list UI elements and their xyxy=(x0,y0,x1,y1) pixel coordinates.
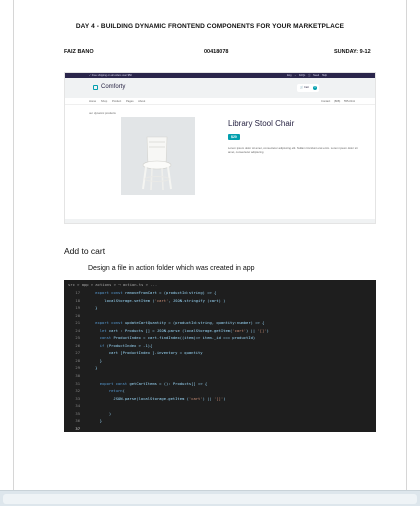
site-header: Comforty 🛒 Cart 0 xyxy=(65,78,375,98)
document-title: DAY 4 - BUILDING DYNAMIC FRONTEND COMPON… xyxy=(75,23,345,30)
line-number: 30 xyxy=(75,373,80,379)
product-image xyxy=(121,117,195,195)
line-number: 20 xyxy=(75,312,80,318)
line-number: 36 xyxy=(75,418,80,424)
line-number: 25 xyxy=(75,335,80,341)
taskbar-strip xyxy=(3,494,417,504)
code-editor-screenshot: src > app > actions > ⟶ action.ts > ... … xyxy=(64,280,376,432)
code-line: 29 } xyxy=(64,364,376,372)
code-text: } xyxy=(86,365,98,371)
student-id: 00418078 xyxy=(204,49,229,55)
line-number: 35 xyxy=(75,410,80,416)
code-line: 26 if (ProductIndex > -1){ xyxy=(64,342,376,350)
code-text: } xyxy=(86,418,103,424)
code-line: 36 } xyxy=(64,417,376,425)
code-text: } xyxy=(86,357,103,363)
nav-links[interactable]: Home Shop Product Pages About xyxy=(89,98,145,105)
code-line: 28 } xyxy=(64,357,376,365)
price-badge: $20 xyxy=(228,134,240,140)
cart-count-badge: 0 xyxy=(313,86,317,90)
line-number: 29 xyxy=(75,365,80,371)
code-text: export const removeFromCart = (productId… xyxy=(95,290,217,295)
line-number: 27 xyxy=(75,350,80,356)
section-description: Design a file in action folder which was… xyxy=(88,265,255,272)
code-line: 21 export const updateCartQuantity = (pr… xyxy=(64,319,376,327)
product-description: Lorem ipsum dolor sit amet, consectetur … xyxy=(228,146,358,154)
code-line: 35 ) xyxy=(64,410,376,418)
site-logo[interactable]: Comforty xyxy=(101,84,125,90)
line-number: 19 xyxy=(75,305,80,311)
code-lines: 17 export const removeFromCart = (produc… xyxy=(64,289,376,432)
line-number: 21 xyxy=(75,320,80,326)
nav-contact: Contact (808) 555-0111 xyxy=(321,100,355,103)
code-line: 20 xyxy=(64,312,376,320)
product-title: Library Stool Chair xyxy=(228,119,295,128)
stool-chair-illustration xyxy=(121,117,195,195)
code-line: 25 const ProductIndex = cart.findIndex((… xyxy=(64,334,376,342)
code-text: export const updateCartQuantity = (produ… xyxy=(95,320,265,326)
code-line: 34 xyxy=(64,402,376,410)
code-line: 33 JSON.parse(localStorage.getItem ('car… xyxy=(64,395,376,403)
code-text: ) xyxy=(86,410,112,416)
code-line: 24 let cart : Products [] = JSON.parse (… xyxy=(64,327,376,335)
product-breadcrumb: our dynamic products xyxy=(89,111,116,115)
line-number: 34 xyxy=(75,403,80,409)
schedule: SUNDAY: 9-12 xyxy=(334,49,371,55)
code-text: return( xyxy=(108,388,125,394)
line-number: 37 xyxy=(75,425,80,431)
site-nav: Home Shop Product Pages About Contact (8… xyxy=(65,98,375,105)
line-number: 32 xyxy=(75,388,80,394)
code-text: if (ProductIndex > -1){ xyxy=(99,342,153,348)
section-heading: Add to cart xyxy=(64,246,106,256)
line-number: 26 xyxy=(75,342,80,348)
code-text: JSON.parse(localStorage.getItem ('cart')… xyxy=(86,395,226,401)
line-number: 18 xyxy=(75,297,80,303)
line-number: 31 xyxy=(75,380,80,386)
code-text: export const getCartItems = (): Products… xyxy=(99,380,208,386)
taskbar xyxy=(0,490,420,506)
line-number: 33 xyxy=(75,395,80,401)
sofa-logo-icon xyxy=(93,85,98,90)
code-text: cart [ProductIndex ].inventory = quantit… xyxy=(86,350,203,356)
code-line: 37 xyxy=(64,425,376,432)
page-left-edge xyxy=(13,0,14,490)
code-line: 17 export const removeFromCart = (produc… xyxy=(64,289,376,297)
code-text: localStorage.setItem ('cart', JSON.strin… xyxy=(86,297,226,303)
page-right-edge xyxy=(406,0,407,490)
code-text: const ProductIndex = cart.findIndex((ite… xyxy=(99,335,256,341)
code-line: 27 cart [ProductIndex ].inventory = quan… xyxy=(64,349,376,357)
cart-button[interactable]: 🛒 Cart 0 xyxy=(297,84,319,92)
author-name: FAIZ BANO xyxy=(64,49,94,55)
code-text: } xyxy=(86,305,98,311)
code-line: 19 } xyxy=(64,304,376,312)
line-number: 17 xyxy=(75,290,80,295)
site-footer-strip xyxy=(65,219,375,223)
line-number: 24 xyxy=(75,327,80,333)
editor-breadcrumb: src > app > actions > ⟶ action.ts > ... xyxy=(64,280,376,289)
code-line: 30 xyxy=(64,372,376,380)
website-screenshot: ✓ Free shipping on all orders over $50 E… xyxy=(64,72,376,224)
cart-label: Cart xyxy=(303,86,309,89)
code-line: 32 return( xyxy=(64,387,376,395)
line-number: 28 xyxy=(75,357,80,363)
code-text: let cart : Products [] = JSON.parse (loc… xyxy=(99,327,269,333)
code-line: 18 localStorage.setItem ('cart', JSON.st… xyxy=(64,297,376,305)
code-line: 31 export const getCartItems = (): Produ… xyxy=(64,380,376,388)
